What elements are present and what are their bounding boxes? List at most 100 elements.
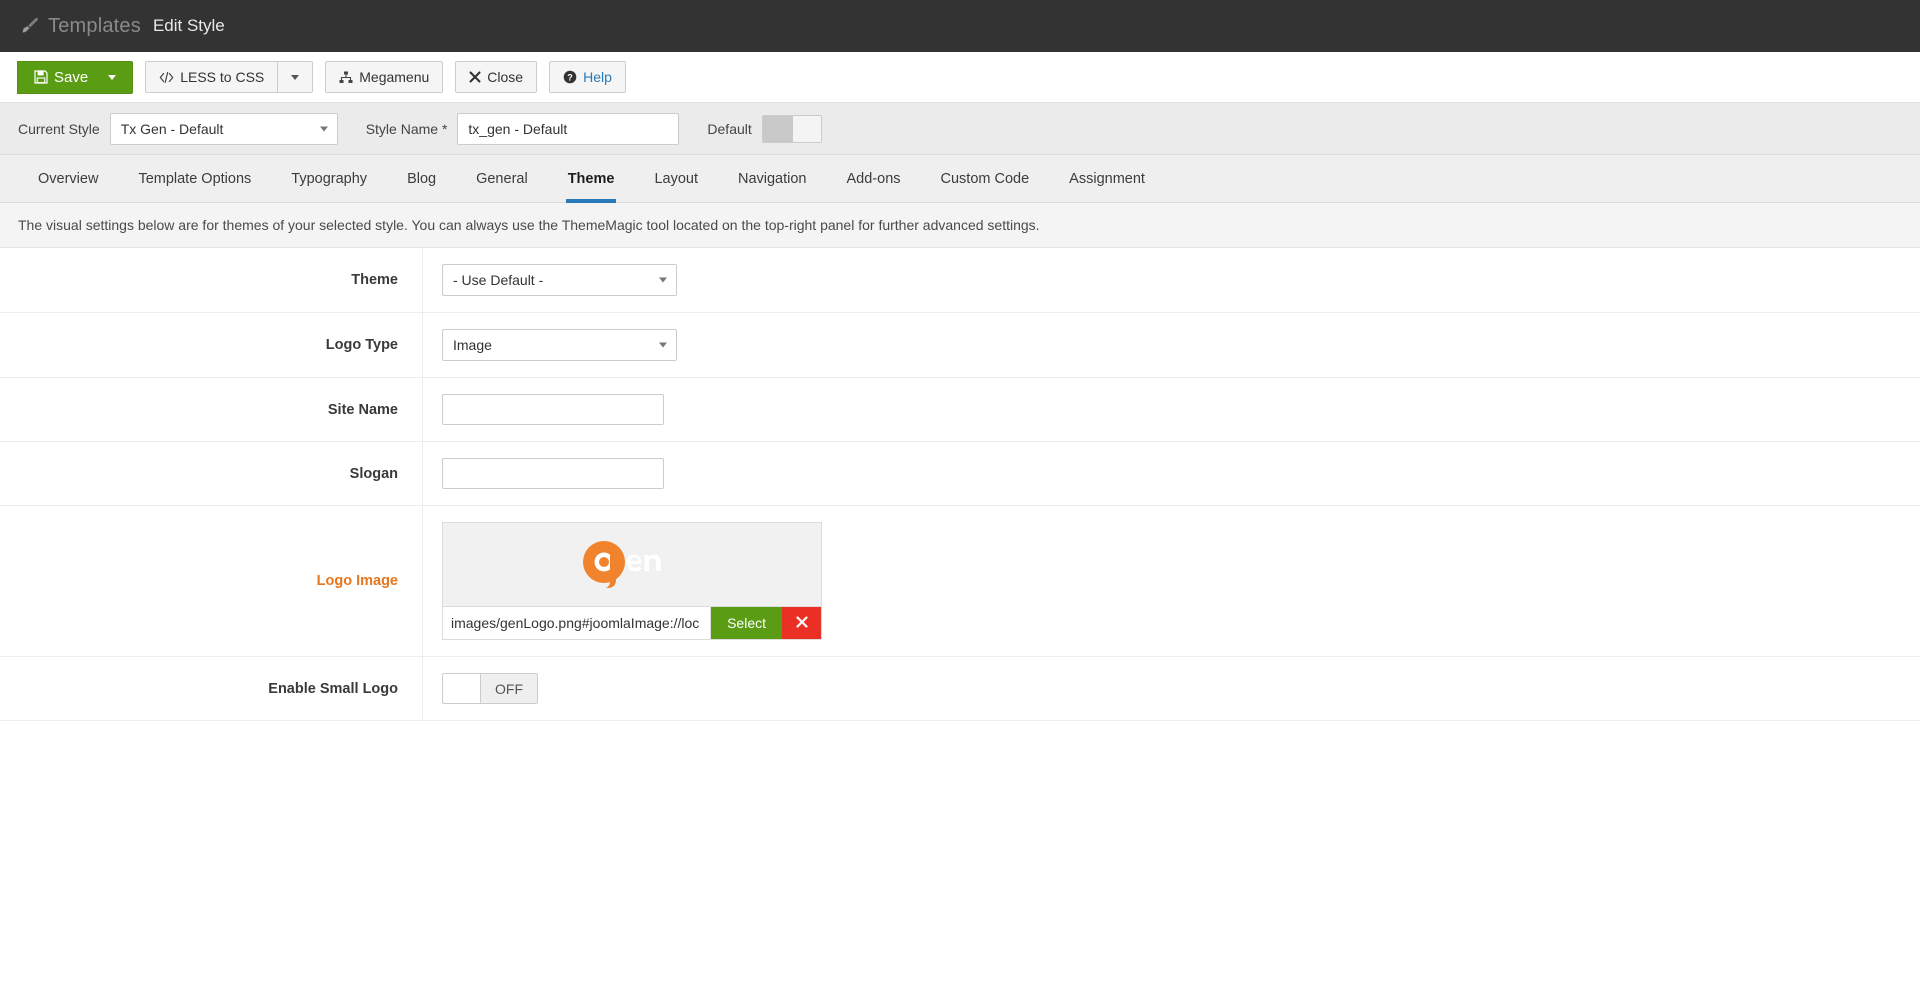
- label-cell: Theme: [0, 248, 423, 312]
- panel-description: The visual settings below are for themes…: [0, 203, 1920, 248]
- chevron-down-icon: [659, 277, 667, 283]
- caret-down-icon: [108, 74, 117, 80]
- form-row-enable-small-logo: Enable Small Logo OFF: [0, 657, 1920, 721]
- label-cell: Enable Small Logo: [0, 657, 423, 720]
- less-to-css-button[interactable]: LESS to CSS: [145, 61, 279, 93]
- logo-image-clear-button[interactable]: [782, 607, 821, 639]
- close-button[interactable]: Close: [455, 61, 538, 93]
- theme-settings-form: Theme - Use Default - Logo Type Image Si…: [0, 248, 1920, 721]
- logo-image-widget: Select: [442, 522, 822, 640]
- x-mark-icon: [795, 615, 808, 631]
- tab-label: Overview: [38, 170, 99, 187]
- field-cell: Image: [423, 313, 1920, 377]
- sitemap-icon: [339, 71, 353, 84]
- tab-overview[interactable]: Overview: [18, 155, 118, 202]
- logo-type-label: Logo Type: [325, 337, 398, 353]
- tab-label: General: [476, 170, 528, 187]
- default-toggle-off-segment: [792, 115, 821, 142]
- form-row-logo-type: Logo Type Image: [0, 313, 1920, 378]
- site-name-label: Site Name: [327, 401, 398, 418]
- tab-add-ons[interactable]: Add-ons: [827, 155, 921, 202]
- tab-label: Template Options: [138, 170, 252, 187]
- app-header: Templates Edit Style: [0, 0, 1920, 52]
- chevron-down-icon: [659, 342, 667, 348]
- gen-logo-icon: [578, 536, 686, 593]
- form-row-theme: Theme - Use Default -: [0, 248, 1920, 313]
- label-cell: Logo Type: [0, 313, 423, 377]
- tab-blog[interactable]: Blog: [387, 155, 456, 202]
- logo-image-preview: [443, 523, 821, 606]
- field-cell: - Use Default -: [423, 248, 1920, 312]
- slogan-label: Slogan: [349, 465, 398, 482]
- enable-small-logo-toggle[interactable]: OFF: [442, 673, 538, 704]
- enable-small-logo-label: Enable Small Logo: [268, 680, 398, 697]
- tab-assignment[interactable]: Assignment: [1049, 155, 1165, 202]
- less-to-css-group: LESS to CSS: [145, 61, 314, 93]
- theme-label: Theme: [351, 272, 398, 288]
- toggle-knob: [443, 674, 481, 703]
- current-style-label: Current Style: [18, 120, 100, 137]
- megamenu-button[interactable]: Megamenu: [325, 61, 444, 93]
- toggle-state-label: OFF: [481, 674, 537, 703]
- default-toggle-on-segment: [762, 115, 793, 142]
- logo-image-controls: Select: [443, 606, 821, 639]
- tab-theme[interactable]: Theme: [548, 155, 635, 203]
- chevron-down-icon: [319, 126, 328, 131]
- tab-bar: Overview Template Options Typography Blo…: [0, 155, 1920, 203]
- tab-label: Navigation: [737, 170, 807, 187]
- tab-label: Typography: [291, 170, 368, 187]
- current-style-select[interactable]: Tx Gen - Default: [109, 112, 338, 145]
- tab-label: Blog: [407, 170, 437, 187]
- tab-label: Add-ons: [846, 170, 901, 187]
- save-button[interactable]: Save: [17, 60, 134, 94]
- style-bar: Current Style Tx Gen - Default Style Nam…: [0, 103, 1920, 155]
- module-title: Templates: [48, 14, 141, 37]
- save-button-group: Save: [17, 60, 134, 94]
- help-button[interactable]: ? Help: [549, 61, 626, 93]
- tab-layout[interactable]: Layout: [634, 155, 718, 202]
- svg-text:?: ?: [567, 72, 573, 82]
- page-title: Edit Style: [152, 16, 225, 35]
- default-toggle[interactable]: [761, 114, 822, 143]
- tab-template-options[interactable]: Template Options: [118, 155, 271, 202]
- form-row-logo-image: Logo Image images/genLogo.png#joomlaImag…: [0, 506, 1920, 657]
- tab-label: Theme: [567, 170, 615, 187]
- label-cell: Logo Image: [0, 506, 423, 656]
- tab-navigation[interactable]: Navigation: [718, 155, 827, 202]
- logo-image-path-input[interactable]: [443, 607, 712, 639]
- megamenu-label: Megamenu: [359, 69, 430, 85]
- style-name-label: Style Name *: [365, 120, 448, 137]
- logo-image-select-button[interactable]: Select: [711, 607, 782, 639]
- floppy-disk-icon: [34, 70, 48, 84]
- theme-select[interactable]: - Use Default -: [442, 264, 677, 296]
- default-label: Default: [707, 120, 752, 137]
- site-name-input[interactable]: [442, 394, 664, 425]
- form-row-site-name: Site Name: [0, 378, 1920, 442]
- logo-type-select[interactable]: Image: [442, 329, 677, 361]
- tab-general[interactable]: General: [456, 155, 548, 202]
- tab-label: Assignment: [1069, 170, 1145, 187]
- code-brackets-icon: [159, 71, 174, 84]
- field-cell: OFF: [423, 657, 1920, 720]
- x-mark-icon: [469, 71, 481, 83]
- tab-custom-code[interactable]: Custom Code: [921, 155, 1050, 202]
- logo-type-select-value: Image: [453, 337, 492, 353]
- close-label: Close: [487, 69, 524, 85]
- tab-typography[interactable]: Typography: [271, 155, 387, 202]
- label-cell: Slogan: [0, 442, 423, 505]
- tab-label: Layout: [654, 170, 698, 187]
- slogan-input[interactable]: [442, 458, 664, 489]
- question-circle-icon: ?: [563, 70, 577, 84]
- field-cell: [423, 442, 1920, 505]
- field-cell: Select: [423, 506, 1920, 656]
- less-to-css-dropdown-button[interactable]: [277, 61, 314, 93]
- current-style-value: Tx Gen - Default: [120, 120, 224, 137]
- theme-select-value: - Use Default -: [453, 272, 544, 288]
- help-label: Help: [583, 69, 612, 85]
- toolbar: Save LESS to CSS Megamenu Close ? Help: [0, 52, 1920, 103]
- label-cell: Site Name: [0, 378, 423, 441]
- logo-image-label: Logo Image: [316, 573, 398, 589]
- caret-down-icon: [291, 74, 300, 80]
- field-cell: [423, 378, 1920, 441]
- style-name-input[interactable]: [457, 112, 680, 145]
